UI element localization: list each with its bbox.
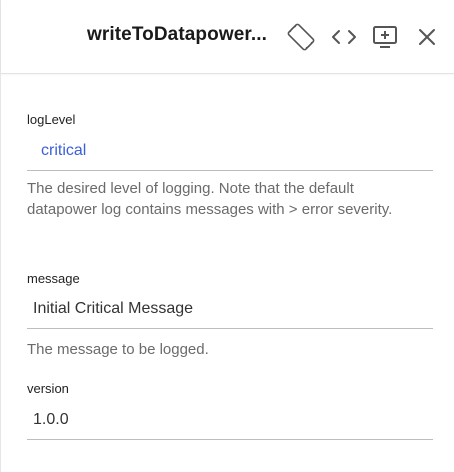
message-help-text: The message to be logged.: [27, 341, 209, 358]
close-icon[interactable]: [415, 25, 439, 49]
loglevel-help-text: The desired level of logging. Note that …: [27, 180, 393, 218]
message-input[interactable]: Initial Critical Message: [27, 300, 433, 329]
properties-panel: writeToDatapower... logLevel critical Th…: [0, 0, 454, 472]
panel-header: writeToDatapower...: [1, 0, 454, 74]
loglevel-value[interactable]: critical: [27, 142, 433, 171]
message-label: message: [27, 271, 80, 286]
loglevel-label: logLevel: [27, 112, 76, 127]
version-label: version: [27, 381, 69, 396]
panel-title: writeToDatapower...: [87, 24, 267, 45]
rotate-icon[interactable]: [284, 20, 318, 54]
add-screen-icon[interactable]: [371, 23, 399, 51]
code-icon[interactable]: [330, 25, 358, 49]
version-input[interactable]: 1.0.0: [27, 411, 433, 440]
